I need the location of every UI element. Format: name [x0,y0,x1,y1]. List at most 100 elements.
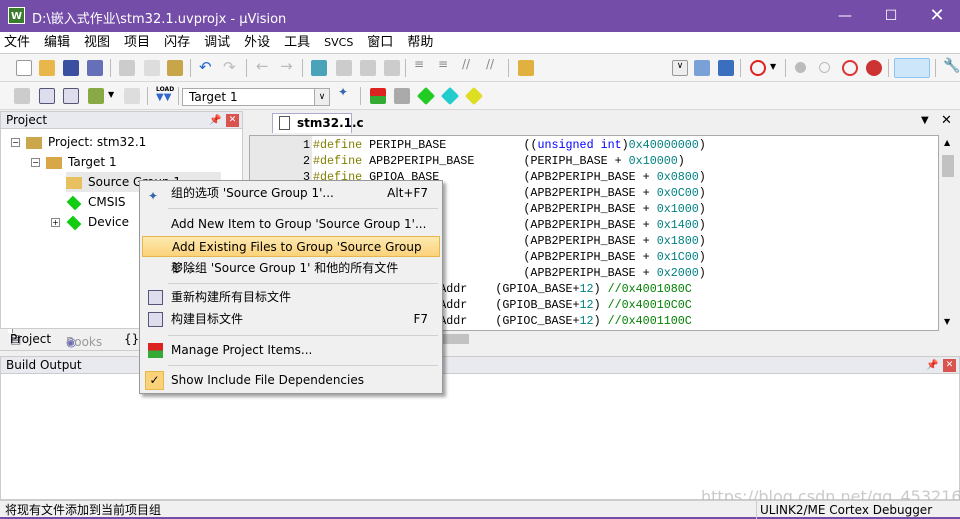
find-in-files-icon[interactable] [518,60,534,76]
enable-breakpoint-icon[interactable] [819,62,830,73]
load-icon[interactable]: LOAD ▼▼ [156,86,174,103]
kill-breakpoints-icon[interactable] [866,60,882,76]
new-file-icon[interactable] [16,60,32,76]
pin-icon[interactable]: 📌 [209,112,221,129]
pack-installer-icon[interactable] [440,86,460,106]
expand-icon[interactable]: + [51,218,60,227]
incremental-find-icon[interactable] [718,60,734,76]
menu-peripherals[interactable]: 外设 [237,32,277,54]
debug-dropdown-icon[interactable]: ▼ [770,62,786,78]
comment-icon[interactable]: // [462,57,478,73]
window-layout-button[interactable] [894,58,930,78]
debugger-status: ULINK2/ME Cortex Debugger [756,501,932,519]
open-folder-icon[interactable] [39,60,55,76]
tab-list-dropdown-icon[interactable]: ▼ [921,115,929,126]
options-for-target-icon[interactable]: ✦ [338,85,354,101]
pack-manager-icon[interactable] [464,86,484,106]
select-packs-icon[interactable] [394,88,410,104]
copy-icon[interactable] [144,60,160,76]
menu-bar: 文件 编辑 视图 项目 闪存 调试 外设 工具 SVCS 窗口 帮助 [0,32,960,54]
tree-item-device[interactable]: + Device [51,212,129,232]
code-text: (APB2PERIPH_BASE + [523,202,657,216]
menu-item-group-options[interactable]: ✦ 组的选项 'Source Group 1'... Alt+F7 [142,183,440,204]
menu-item-show-include-deps[interactable]: ✓ Show Include File Dependencies [142,370,440,391]
menu-item-label: 构建目标文件 [171,312,244,326]
find-icon[interactable] [694,60,710,76]
batch-dropdown-icon[interactable]: ▼ [108,90,124,106]
indent-icon[interactable]: ≡ [414,57,430,73]
tab-project[interactable]: ▤ Project [8,329,51,346]
build-icon[interactable] [39,88,55,104]
menu-item-manage-project-items[interactable]: Manage Project Items... [142,340,440,361]
minimize-button[interactable]: — [822,0,868,32]
manage-rte-icon[interactable] [416,86,436,106]
menu-flash[interactable]: 闪存 [157,32,197,54]
code-text: (GPIOB_BASE+ [495,298,580,312]
find-combo-dropdown[interactable]: ∨ [672,60,688,76]
build-output-title: Build Output [6,358,82,372]
tab-stm32-c[interactable]: stm32.1.c [272,113,364,133]
menu-item-label: Show Include File Dependencies [171,373,364,387]
prev-bookmark-icon[interactable] [336,60,352,76]
code-text: (APB2PERIPH_BASE + [523,218,657,232]
rebuild-icon [148,290,163,305]
menu-project[interactable]: 项目 [117,32,157,54]
configure-icon[interactable]: 🔧 [943,58,960,74]
shortcut: F7 [413,312,428,326]
undo-icon[interactable]: ↶ [199,58,215,76]
redo-icon[interactable]: ↷ [223,58,239,76]
close-panel-button[interactable]: ✕ [226,114,239,127]
menu-tools[interactable]: 工具 [277,32,317,54]
tree-item-target[interactable]: − Target 1 [31,152,117,172]
code-text: ) [698,202,706,216]
menu-view[interactable]: 视图 [77,32,117,54]
menu-file[interactable]: 文件 [0,32,37,54]
disable-breakpoints-icon[interactable] [842,60,858,76]
bookmark-icon[interactable] [311,60,327,76]
translate-icon[interactable] [14,88,30,104]
line-number: 1 [302,138,310,152]
vertical-scrollbar[interactable]: ▲ ▼ [939,135,956,331]
batch-build-icon[interactable] [88,88,104,104]
close-panel-button[interactable]: ✕ [943,359,956,372]
collapse-icon[interactable]: − [31,158,40,167]
next-bookmark-icon[interactable] [360,60,376,76]
forward-icon[interactable]: → [280,57,296,75]
menu-window[interactable]: 窗口 [360,32,400,54]
menu-item-add-existing-files[interactable]: Add Existing Files to Group 'Source Grou… [142,236,440,275]
menu-help[interactable]: 帮助 [400,32,440,54]
collapse-icon[interactable]: − [11,138,20,147]
close-button[interactable]: ✕ [914,0,960,32]
menu-item-remove-group[interactable]: 移除组 'Source Group 1' 和他的所有文件 [142,258,440,279]
uncomment-icon[interactable]: // [486,57,502,73]
rebuild-icon[interactable] [63,88,79,104]
code-text: (GPIOA_BASE+ [495,282,580,296]
tree-item-project[interactable]: − Project: stm32.1 [11,132,146,152]
target-select[interactable]: Target 1 ∨ [182,88,330,106]
tree-item-cmsis[interactable]: CMSIS [66,192,126,212]
code-text: ) [593,298,608,312]
pin-icon[interactable]: 📌 [926,357,938,374]
stop-build-icon[interactable] [124,88,140,104]
cut-icon[interactable] [119,60,135,76]
debug-session-icon[interactable] [750,60,766,76]
paste-icon[interactable] [167,60,183,76]
shortcut: Alt+F7 [387,186,428,200]
manage-project-items-icon[interactable] [370,88,386,104]
menu-item-add-new-item[interactable]: Add New Item to Group 'Source Group 1'..… [142,214,440,235]
maximize-button[interactable]: ☐ [868,0,914,32]
menu-svcs[interactable]: SVCS [317,32,360,54]
menu-edit[interactable]: 编辑 [37,32,77,54]
chevron-down-icon[interactable]: ∨ [314,89,329,105]
insert-breakpoint-icon[interactable] [795,62,806,73]
save-icon[interactable] [63,60,79,76]
menu-debug[interactable]: 调试 [197,32,237,54]
unindent-icon[interactable]: ≡ [438,57,454,73]
clear-bookmarks-icon[interactable] [384,60,400,76]
back-icon[interactable]: ← [256,57,272,75]
close-tab-icon[interactable]: ✕ [941,113,952,128]
tab-functions[interactable]: {} [124,332,139,346]
menu-item-rebuild-all[interactable]: 重新构建所有目标文件 [142,287,440,308]
save-all-icon[interactable] [87,60,103,76]
menu-item-build-target[interactable]: 构建目标文件 F7 [142,309,440,330]
